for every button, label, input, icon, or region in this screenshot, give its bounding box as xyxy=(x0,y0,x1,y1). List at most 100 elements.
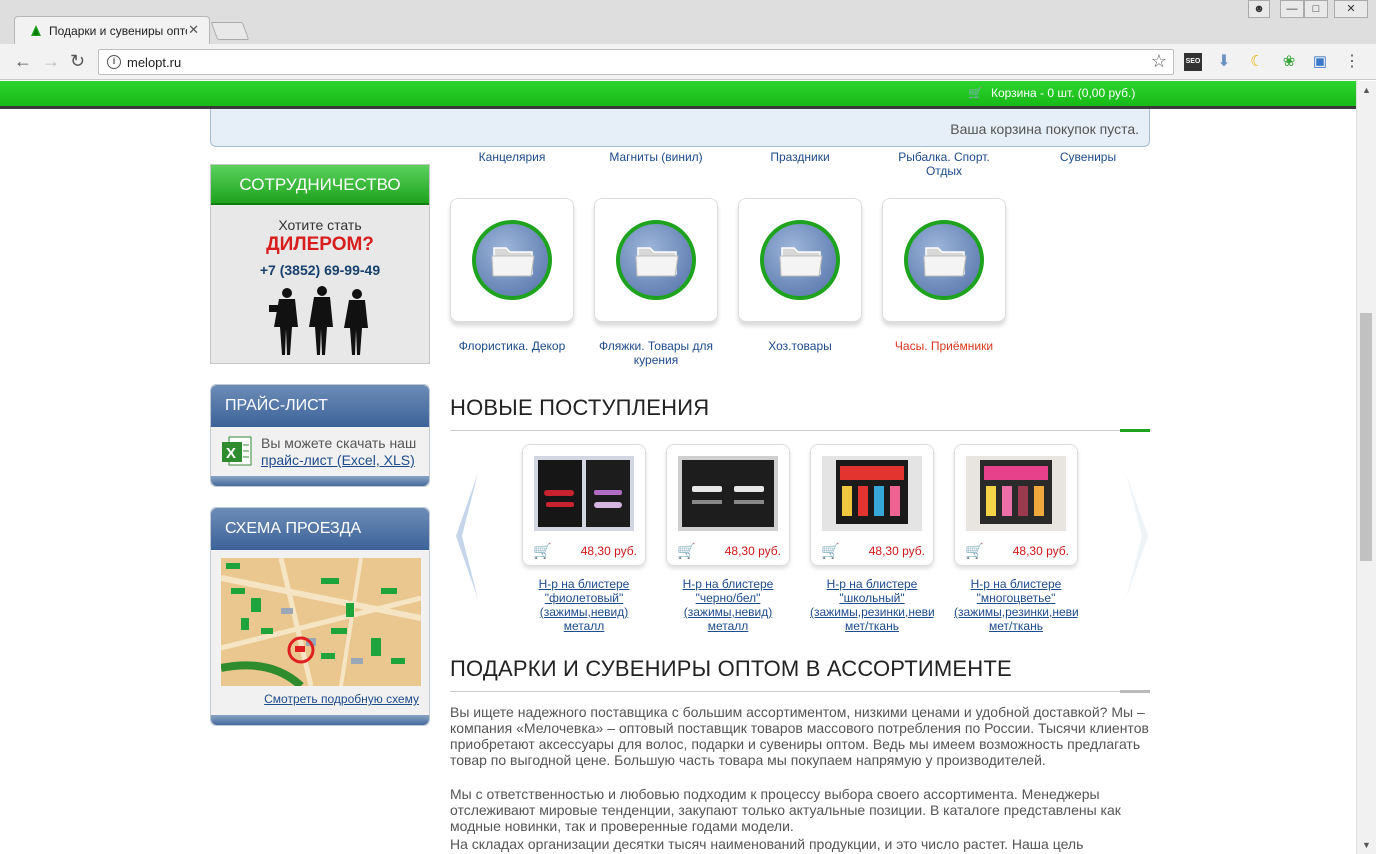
category-label-hoztovary[interactable]: Хоз.товары xyxy=(738,339,862,353)
minimize-button[interactable]: — xyxy=(1280,0,1304,18)
reload-icon[interactable]: ↻ xyxy=(70,52,85,70)
back-icon[interactable]: ← xyxy=(14,52,32,70)
category-label-floristika[interactable]: Флористика. Декор xyxy=(450,339,574,353)
cooperation-phone: +7 (3852) 69-99-49 xyxy=(259,262,381,278)
tab-title: Подарки и сувениры оптом xyxy=(49,24,187,38)
cooperation-title: СОТРУДНИЧЕСТВО xyxy=(211,165,429,205)
about-divider xyxy=(450,691,1150,692)
add-to-cart-icon[interactable]: 🛒 xyxy=(965,542,984,560)
cart-link[interactable]: 🛒 Корзина - 0 шт. (0,00 руб.) xyxy=(968,86,1135,100)
map-title: СХЕМА ПРОЕЗДА xyxy=(211,508,429,550)
tab-close-icon[interactable]: ✕ xyxy=(188,22,199,38)
about-paragraph-2: Мы с ответственностью и любовью подходим… xyxy=(450,786,1121,834)
about-paragraph-3: На складах организации десятки тысяч наи… xyxy=(450,836,1084,852)
new-arrivals-title: НОВЫЕ ПОСТУПЛЕНИЯ xyxy=(450,395,710,420)
category-tile[interactable] xyxy=(738,198,862,322)
seo-extension-icon[interactable]: SEO xyxy=(1184,53,1202,71)
moon-extension-icon[interactable]: ☾ xyxy=(1248,53,1266,71)
cooperation-question: Хотите стать xyxy=(278,217,362,233)
about-paragraph-1: Вы ищете надежного поставщика с большим … xyxy=(450,704,1149,768)
scroll-up-icon[interactable]: ▲ xyxy=(1362,85,1371,95)
cooperation-banner[interactable]: СОТРУДНИЧЕСТВО Хотите стать ДИЛЕРОМ? +7 … xyxy=(210,164,430,364)
add-to-cart-icon[interactable]: 🛒 xyxy=(821,542,840,560)
cooperation-dealer: ДИЛЕРОМ? xyxy=(266,234,374,255)
product-price: 48,30 руб. xyxy=(1012,544,1069,558)
page-viewport: 🛒 Корзина - 0 шт. (0,00 руб.) Ваша корзин… xyxy=(0,81,1356,854)
product-price: 48,30 руб. xyxy=(868,544,925,558)
folder-icon xyxy=(779,247,823,277)
product-name-link[interactable]: Н-р на блистере "школьный" (зажимы,резин… xyxy=(810,577,934,633)
folder-icon xyxy=(923,247,967,277)
product-name-link[interactable]: Н-р на блистере "многоцветье" (зажимы,ре… xyxy=(954,577,1078,633)
bookmark-star-icon[interactable]: ☆ xyxy=(1151,51,1167,72)
category-label-flyazhki[interactable]: Фляжки. Товары для курения xyxy=(594,339,718,367)
map-footer xyxy=(211,715,429,725)
new-tab-button[interactable] xyxy=(210,22,250,40)
browser-titlebar: Подарки и сувениры оптом ✕ ☻ — □ ✕ xyxy=(0,0,1376,44)
product-price: 48,30 руб. xyxy=(580,544,637,558)
folder-icon xyxy=(635,247,679,277)
sprout-extension-icon[interactable]: ❀ xyxy=(1280,53,1298,71)
top-green-bar: 🛒 Корзина - 0 шт. (0,00 руб.) xyxy=(0,81,1356,109)
about-accent xyxy=(1120,690,1150,693)
site-info-icon[interactable]: i xyxy=(107,55,121,69)
profile-icon[interactable]: ☻ xyxy=(1248,0,1270,18)
price-list-caption: Вы можете скачать наш xyxy=(261,435,417,451)
location-map[interactable] xyxy=(221,558,421,686)
category-tile[interactable] xyxy=(882,198,1006,322)
product-image[interactable] xyxy=(822,456,922,531)
price-list-link[interactable]: прайс-лист (Excel, XLS) xyxy=(261,452,416,469)
category-label-chasy[interactable]: Часы. Приёмники xyxy=(882,339,1006,353)
browser-toolbar: ← → ↻ i melopt.ru ☆ SEO ⬇ ☾ ❀ ▣ ⋮ xyxy=(0,44,1376,80)
product-name[interactable]: Н-р на блистере "фиолетовый" (зажимы,нев… xyxy=(522,577,646,633)
svg-text:X: X xyxy=(226,445,236,462)
new-arrivals-accent xyxy=(1120,429,1150,432)
new-arrivals-divider xyxy=(450,430,1150,431)
price-list-text: Вы можете скачать наш прайс-лист (Excel,… xyxy=(261,435,416,469)
product-image[interactable] xyxy=(966,456,1066,531)
category-label-suveniry[interactable]: Сувениры xyxy=(1026,150,1150,164)
cart-icon: 🛒 xyxy=(968,86,983,100)
menu-icon[interactable]: ⋮ xyxy=(1343,53,1361,71)
category-label-kantselyariya[interactable]: Канцелярия xyxy=(450,150,574,164)
browser-tab[interactable]: Подарки и сувениры оптом ✕ xyxy=(14,16,210,44)
product-image[interactable] xyxy=(678,456,778,531)
add-to-cart-icon[interactable]: 🛒 xyxy=(677,542,696,560)
maximize-button[interactable]: □ xyxy=(1304,0,1328,18)
scrollbar-thumb[interactable] xyxy=(1360,313,1372,561)
price-list-footer xyxy=(211,476,429,486)
product-name[interactable]: Н-р на блистере "черно/бел" (зажимы,неви… xyxy=(666,577,790,633)
product-name[interactable]: Н-р на блистере "школьный" (зажимы,резин… xyxy=(810,577,934,633)
product-card[interactable]: 🛒 48,30 руб. xyxy=(810,444,934,566)
product-card[interactable]: 🛒 48,30 руб. xyxy=(666,444,790,566)
url-text[interactable]: melopt.ru xyxy=(127,55,181,70)
product-name-link[interactable]: Н-р на блистере "фиолетовый" (зажимы,нев… xyxy=(522,577,646,633)
scroll-down-icon[interactable]: ▼ xyxy=(1362,840,1371,850)
price-list-title: ПРАЙС-ЛИСТ xyxy=(211,385,429,427)
download-extension-icon[interactable]: ⬇ xyxy=(1215,53,1233,71)
product-image[interactable] xyxy=(534,456,634,531)
carousel-next-arrow-icon[interactable] xyxy=(1122,471,1152,601)
carousel-prev-arrow-icon[interactable] xyxy=(452,471,482,601)
product-price: 48,30 руб. xyxy=(724,544,781,558)
category-label-magnity[interactable]: Магниты (винил) xyxy=(594,150,718,164)
cart-dropdown: Ваша корзина покупок пуста. xyxy=(210,109,1150,147)
map-detail-link[interactable]: Смотреть подробную схему xyxy=(264,692,419,706)
excel-icon: X xyxy=(222,436,252,466)
category-tile[interactable] xyxy=(450,198,574,322)
category-label-rybalka[interactable]: Рыбалка. Спорт. Отдых xyxy=(882,150,1006,178)
category-label-prazdniki[interactable]: Праздники xyxy=(738,150,862,164)
category-tile[interactable] xyxy=(594,198,718,322)
product-card[interactable]: 🛒 48,30 руб. xyxy=(522,444,646,566)
screen-extension-icon[interactable]: ▣ xyxy=(1311,53,1329,71)
forward-icon[interactable]: → xyxy=(42,52,60,70)
product-name[interactable]: Н-р на блистере "многоцветье" (зажимы,ре… xyxy=(954,577,1078,633)
add-to-cart-icon[interactable]: 🛒 xyxy=(533,542,552,560)
site-favicon-icon xyxy=(31,25,41,36)
address-bar[interactable]: i melopt.ru ☆ xyxy=(98,49,1174,75)
close-window-button[interactable]: ✕ xyxy=(1334,0,1368,18)
page-scrollbar[interactable]: ▲ ▼ xyxy=(1356,81,1376,854)
product-card[interactable]: 🛒 48,30 руб. xyxy=(954,444,1078,566)
cart-empty-message: Ваша корзина покупок пуста. xyxy=(950,121,1139,137)
product-name-link[interactable]: Н-р на блистере "черно/бел" (зажимы,неви… xyxy=(666,577,790,633)
